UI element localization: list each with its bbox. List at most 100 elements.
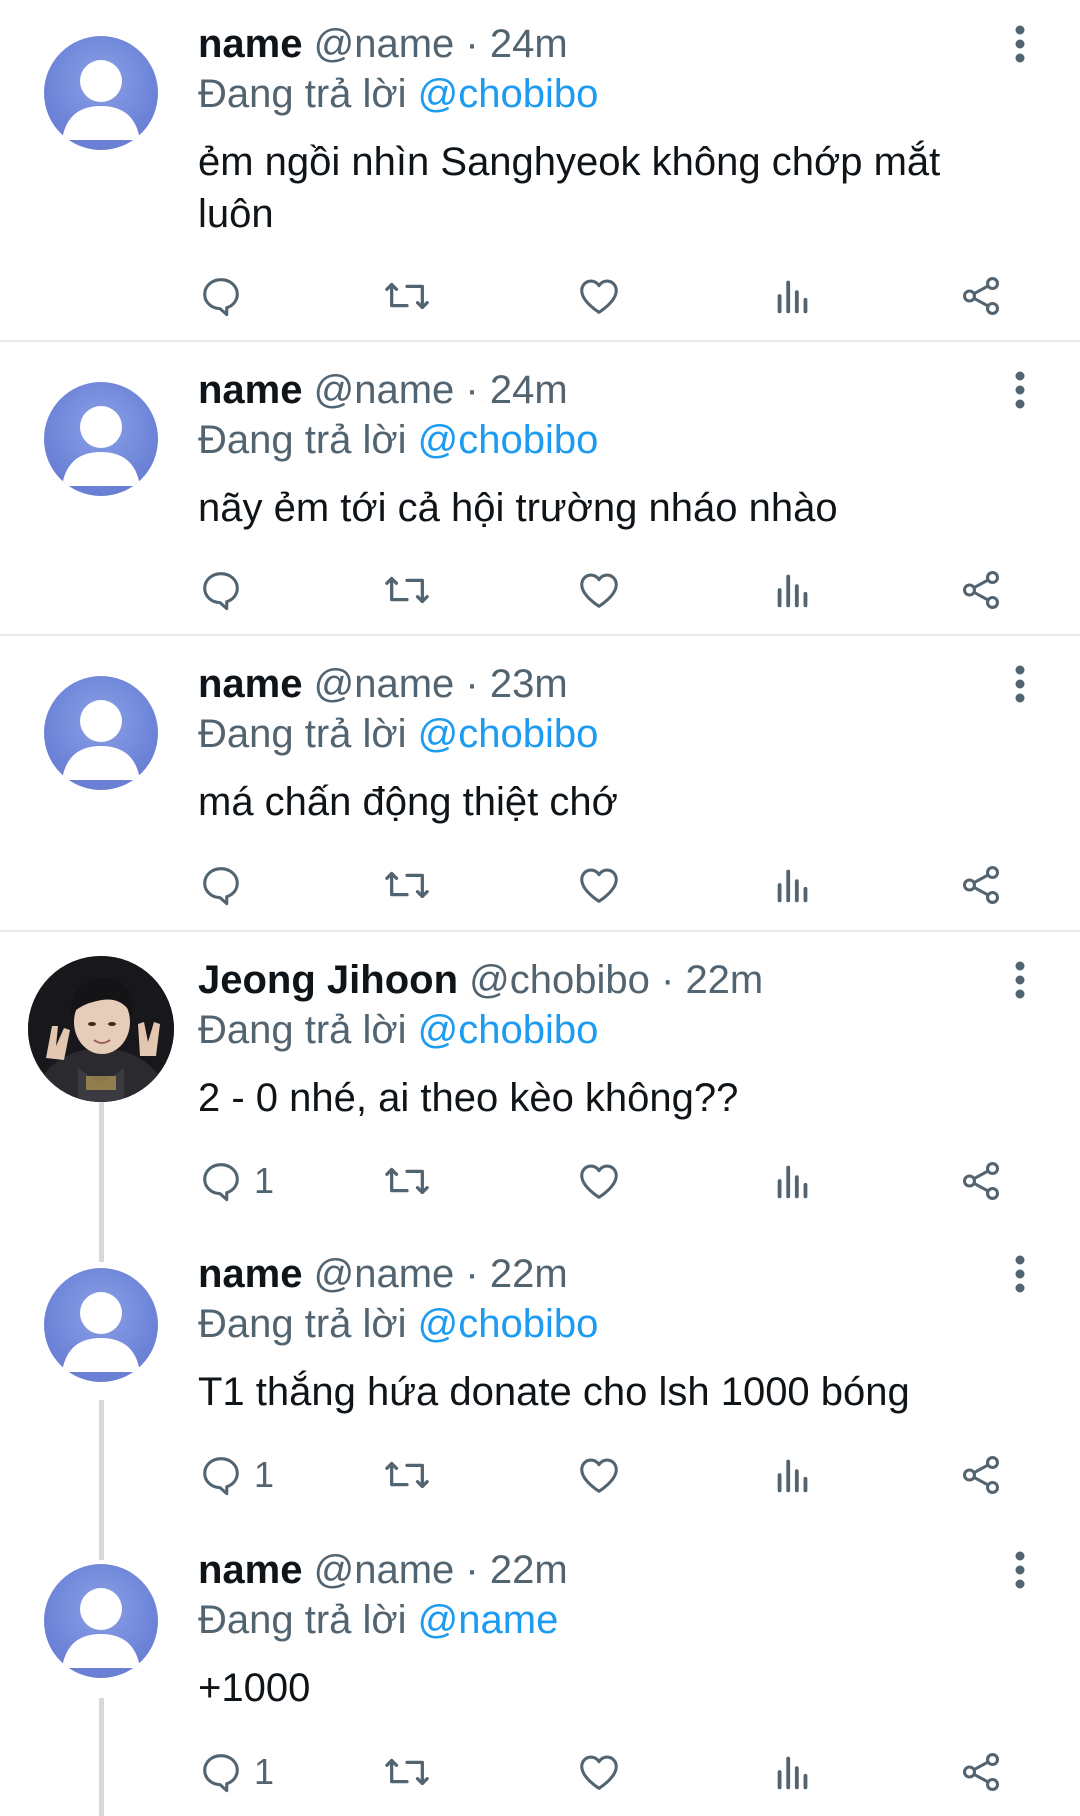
timestamp[interactable]: 22m <box>490 1252 568 1296</box>
avatar[interactable] <box>44 36 158 150</box>
bar-chart-icon <box>777 1756 808 1790</box>
more-vertical-icon[interactable] <box>1000 366 1040 414</box>
retweet-button[interactable] <box>382 1153 432 1209</box>
avatar[interactable] <box>44 1268 158 1382</box>
avatar[interactable] <box>44 676 158 790</box>
retweet-button[interactable] <box>382 1447 432 1503</box>
share-icon <box>962 277 1000 315</box>
tweet[interactable]: name @name · 22m Đang trả lời @chobibo T… <box>0 1226 1080 1522</box>
tweet[interactable]: name @name · 24m Đang trả lời @chobibo n… <box>0 342 1080 636</box>
handle[interactable]: @chobibo <box>469 958 650 1002</box>
more-vertical-icon[interactable] <box>1000 660 1040 708</box>
reply-button[interactable]: 1 <box>198 1153 274 1209</box>
reply-count: 1 <box>254 1454 275 1495</box>
thread-connector <box>99 1226 104 1262</box>
share-icon <box>962 1456 1000 1494</box>
like-button[interactable] <box>576 1447 622 1503</box>
retweet-button[interactable] <box>382 1744 432 1800</box>
share-button[interactable] <box>958 1447 1004 1503</box>
timestamp[interactable]: 24m <box>490 368 568 412</box>
replying-to-link[interactable]: @name <box>418 1598 559 1642</box>
tweet[interactable]: name @name · 23m Đang trả lời @chobibo m… <box>0 636 1080 932</box>
replying-to-link[interactable]: @chobibo <box>418 1302 599 1346</box>
handle[interactable]: @name <box>314 22 455 66</box>
handle[interactable]: @name <box>314 368 455 412</box>
share-button[interactable] <box>958 1744 1004 1800</box>
replying-to-label: Đang trả lời <box>198 72 407 116</box>
more-vertical-icon[interactable] <box>1000 20 1040 68</box>
retweet-button[interactable] <box>382 562 432 618</box>
timestamp[interactable]: 22m <box>685 958 763 1002</box>
handle[interactable]: @name <box>314 662 455 706</box>
action-bar <box>198 268 1028 324</box>
like-button[interactable] <box>576 268 622 324</box>
views-button[interactable] <box>770 1153 816 1209</box>
reply-feed: name @name · 24m Đang trả lời @chobibo ẻ… <box>0 0 1080 1816</box>
retweet-icon <box>385 871 429 899</box>
timestamp[interactable]: 22m <box>490 1548 568 1592</box>
reply-button[interactable] <box>198 857 254 913</box>
retweet-button[interactable] <box>382 268 432 324</box>
action-bar: 1 <box>198 1744 1028 1800</box>
tweet[interactable]: name @name · 24m Đang trả lời @chobibo ẻ… <box>0 0 1080 342</box>
replying-to-link[interactable]: @chobibo <box>418 418 599 462</box>
tweet-text: 2 - 0 nhé, ai theo kèo không?? <box>198 1076 739 1120</box>
replying-to-link[interactable]: @chobibo <box>418 72 599 116</box>
retweet-button[interactable] <box>382 857 432 913</box>
views-button[interactable] <box>770 562 816 618</box>
avatar[interactable] <box>44 382 158 496</box>
more-vertical-icon[interactable] <box>1000 1250 1040 1298</box>
tweet-text: má chấn động thiệt chớ <box>198 780 618 824</box>
reply-button[interactable] <box>198 562 254 618</box>
tweet-text: nãy ẻm tới cả hội trường nháo nhào <box>198 486 838 530</box>
replying-to-link[interactable]: @chobibo <box>418 1008 599 1052</box>
replying-to-label: Đang trả lời <box>198 712 407 756</box>
display-name[interactable]: Jeong Jihoon <box>198 958 458 1002</box>
heart-icon <box>580 868 618 903</box>
like-button[interactable] <box>576 857 622 913</box>
share-icon <box>962 1162 1000 1200</box>
reply-button[interactable]: 1 <box>198 1744 274 1800</box>
like-button[interactable] <box>576 562 622 618</box>
reply-icon <box>203 278 239 317</box>
timestamp[interactable]: 24m <box>490 22 568 66</box>
tweet[interactable]: Jeong Jihoon @chobibo · 22m Đang trả lời… <box>0 932 1080 1226</box>
like-button[interactable] <box>576 1153 622 1209</box>
display-name[interactable]: name <box>198 662 303 706</box>
views-button[interactable] <box>770 268 816 324</box>
views-button[interactable] <box>770 1447 816 1503</box>
reply-button[interactable] <box>198 268 254 324</box>
share-button[interactable] <box>958 857 1004 913</box>
handle[interactable]: @name <box>314 1252 455 1296</box>
thread-connector <box>99 1102 104 1226</box>
display-name[interactable]: name <box>198 1548 303 1592</box>
retweet-icon <box>385 1461 429 1489</box>
tweet-header: name @name · 22m <box>198 1546 568 1594</box>
share-button[interactable] <box>958 562 1004 618</box>
reply-button[interactable]: 1 <box>198 1447 274 1503</box>
views-button[interactable] <box>770 857 816 913</box>
timestamp[interactable]: 23m <box>490 662 568 706</box>
avatar[interactable] <box>28 956 174 1102</box>
share-button[interactable] <box>958 1153 1004 1209</box>
display-name[interactable]: name <box>198 22 303 66</box>
views-button[interactable] <box>770 1744 816 1800</box>
default-profile-icon <box>62 1292 140 1372</box>
separator-dot: · <box>465 1252 479 1296</box>
replying-to-label: Đang trả lời <box>198 1008 407 1052</box>
tweet[interactable]: name @name · 22m Đang trả lời @name +100… <box>0 1522 1080 1816</box>
reply-icon <box>203 1457 239 1496</box>
avatar[interactable] <box>44 1564 158 1678</box>
display-name[interactable]: name <box>198 1252 303 1296</box>
replying-to-label: Đang trả lời <box>198 418 407 462</box>
tweet-text: ẻm ngồi nhìn Sanghyeok không chớp mắt lu… <box>198 140 941 236</box>
tweet-header: name @name · 22m <box>198 1250 568 1298</box>
thread-connector <box>99 1400 104 1522</box>
like-button[interactable] <box>576 1744 622 1800</box>
handle[interactable]: @name <box>314 1548 455 1592</box>
replying-to-link[interactable]: @chobibo <box>418 712 599 756</box>
share-button[interactable] <box>958 268 1004 324</box>
more-vertical-icon[interactable] <box>1000 956 1040 1004</box>
more-vertical-icon[interactable] <box>1000 1546 1040 1594</box>
display-name[interactable]: name <box>198 368 303 412</box>
